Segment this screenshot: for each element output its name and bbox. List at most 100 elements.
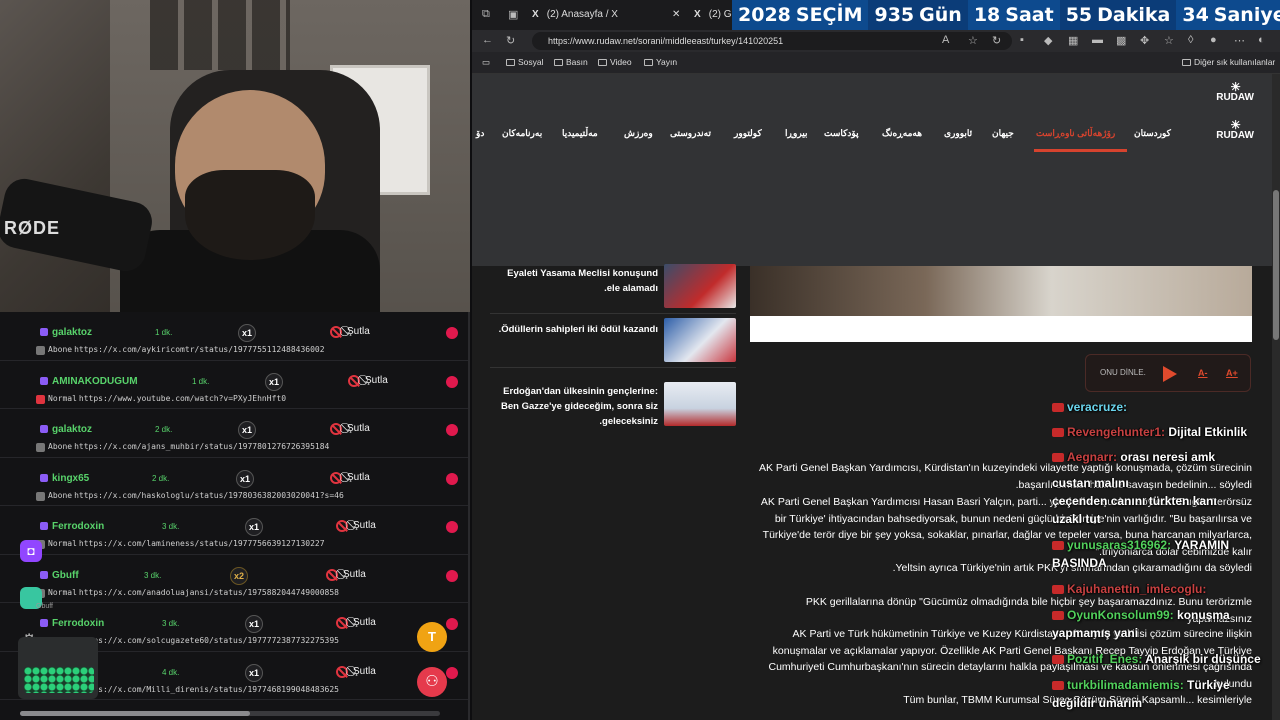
font-decrease-button[interactable]: A- — [1198, 368, 1208, 378]
request-username[interactable]: galaktoz — [52, 424, 92, 435]
request-link[interactable]: Abone https://x.com/haskologlu/status/197… — [48, 491, 344, 500]
request-link[interactable]: Normal https://www.youtube.com/watch?v=PX… — [48, 394, 286, 403]
copilot-icon[interactable]: ◐ — [1258, 34, 1265, 46]
request-link[interactable]: Abone https://x.com/aykiricomtr/status/19… — [48, 345, 325, 354]
skip-icon[interactable] — [326, 568, 338, 581]
request-username[interactable]: Gbuff — [52, 570, 79, 581]
extension-icon[interactable]: ◆ — [1044, 34, 1052, 47]
read-aloud-icon[interactable]: A — [942, 34, 949, 46]
bookmark-other-favorites[interactable]: Diğer sık kullanılanlar — [1182, 57, 1275, 67]
nav-culture[interactable]: کولتوور — [734, 128, 762, 139]
page-scrollbar[interactable] — [1272, 74, 1280, 720]
remove-dot-icon[interactable] — [446, 618, 458, 630]
nav-sport[interactable]: وەرزش — [624, 128, 653, 139]
remove-dot-icon[interactable] — [446, 327, 458, 339]
menu-dots-icon[interactable]: ⋯ — [1234, 34, 1245, 47]
skip-button[interactable]: Şutla — [365, 375, 388, 386]
extension-icon[interactable]: ▦ — [1068, 34, 1078, 47]
bookmark-video[interactable]: Video — [598, 57, 632, 67]
rudaw-logo[interactable]: ☀ RUDAW — [1216, 80, 1254, 103]
request-link[interactable]: Abone https://x.com/ajans_muhbir/status/1… — [48, 442, 329, 451]
skip-button[interactable]: Şutla — [347, 423, 370, 434]
request-username[interactable]: galaktoz — [52, 327, 92, 338]
tab-x-home[interactable]: X (2) Anasayfa / X ✕ — [532, 4, 682, 26]
remove-dot-icon[interactable] — [446, 569, 458, 582]
remove-dot-icon[interactable] — [446, 472, 458, 485]
skip-button[interactable]: Şutla — [353, 520, 376, 531]
page-scroll-thumb[interactable] — [1273, 190, 1279, 340]
skip-icon[interactable] — [348, 374, 360, 387]
request-link[interactable]: Normal https://x.com/anadoluajansi/status… — [48, 588, 339, 597]
request-link[interactable]: Normal https://x.com/lamineness/status/19… — [48, 539, 325, 548]
play-icon[interactable] — [1163, 366, 1177, 382]
back-icon[interactable]: ← — [482, 34, 493, 46]
side-news-item[interactable]: Eyaleti Yasama Meclisi konuşund ele alam… — [490, 260, 736, 314]
add-user-button[interactable]: ⚇ — [417, 667, 447, 697]
skip-button[interactable]: Şutla — [347, 326, 370, 337]
request-username[interactable]: AMINAKODUGUM — [52, 376, 138, 387]
link-request-item[interactable]: galaktoz 2 dk. x1 Şutla Abonehttps://x.com/a… — [0, 409, 468, 458]
extension-icon[interactable]: ▩ — [1116, 34, 1126, 47]
nav-more[interactable]: دۆ — [476, 128, 484, 139]
extension-icon[interactable]: ▬ — [1092, 34, 1103, 46]
skip-button[interactable]: Şutla — [343, 569, 366, 580]
remove-dot-icon[interactable] — [446, 424, 458, 436]
bookmark-yayin[interactable]: Yayın — [644, 57, 677, 67]
skip-icon[interactable] — [330, 423, 342, 435]
font-increase-button[interactable]: A+ — [1226, 368, 1238, 378]
sub-badge-icon — [1052, 541, 1064, 551]
skip-button[interactable]: Şutla — [347, 472, 370, 483]
link-request-item[interactable]: kingx652 dk.x1ŞutlaAbonehttps://x.com/ha… — [0, 458, 468, 506]
close-icon[interactable]: ✕ — [672, 4, 680, 26]
nav-multimedia[interactable]: مەڵتیمیدیا — [562, 128, 598, 139]
chat-scroll-thumb[interactable] — [20, 711, 250, 716]
refresh-small-icon[interactable]: ↻ — [992, 34, 1001, 47]
bookmark-basin[interactable]: Basın — [554, 57, 588, 67]
side-news-item[interactable]: Ödüllerin sahipleri iki ödül kazandı. — [490, 314, 736, 368]
avatar[interactable]: ● — [1210, 34, 1217, 46]
shield-icon[interactable]: ◊ — [1188, 34, 1193, 46]
link-request-item[interactable]: AMINAKODUGUM 1 dk. x1 Şutla Normalhttps://ww… — [0, 361, 468, 409]
address-bar[interactable]: https://www.rudaw.net/sorani/middleeast/… — [532, 32, 1012, 50]
favorite-star-icon[interactable]: ☆ — [968, 34, 978, 47]
twitch-icon[interactable]: ◘ — [20, 540, 42, 562]
tab-actions-icon[interactable]: ▣ — [508, 8, 518, 21]
nav-health[interactable]: تەندروستی — [670, 128, 711, 139]
extensions-puzzle-icon[interactable]: ✥ — [1140, 34, 1149, 47]
nav-economy[interactable]: ئابووری — [944, 128, 972, 139]
link-request-item[interactable]: galaktoz 1 dk. x1 Şutla Abonehttps://x.com/a… — [0, 312, 468, 361]
nav-misc[interactable]: هەمەڕەنگ — [882, 128, 922, 139]
request-username[interactable]: kingx65 — [52, 473, 89, 484]
remove-dot-icon[interactable] — [446, 375, 458, 388]
nav-middle-east[interactable]: رۆژهەڵاتی ناوەڕاست — [1036, 128, 1115, 139]
request-username[interactable]: Ferrodoxin — [52, 618, 104, 629]
nav-opinion[interactable]: بیروڕا — [785, 128, 808, 139]
refresh-icon[interactable]: ↻ — [506, 34, 515, 47]
skip-button[interactable]: Şutla — [353, 617, 376, 628]
skip-icon[interactable] — [330, 326, 342, 338]
rudaw-logo-nav[interactable]: ☀ RUDAW — [1216, 118, 1254, 141]
link-request-item[interactable]: Gbuff 3 dk. x2 Şutla Normalhttps://x.com/ana… — [0, 555, 468, 603]
skip-button[interactable]: Şutla — [353, 666, 376, 677]
side-news-item[interactable]: Erdoğan'dan ülkesinin gençlerine: Ben Ga… — [490, 378, 736, 442]
t-button[interactable]: T — [417, 622, 447, 652]
remove-dot-icon[interactable] — [446, 666, 458, 679]
bookmark-sosyal[interactable]: Sosyal — [506, 57, 544, 67]
remove-dot-icon[interactable] — [446, 521, 458, 533]
nav-podcast[interactable]: پۆدکاست — [824, 128, 859, 139]
bookmark-reading-icon[interactable]: ▭ — [482, 57, 490, 68]
favorites-icon[interactable]: ☆ — [1164, 34, 1174, 47]
nav-kurdistan[interactable]: کوردستان — [1134, 128, 1171, 139]
skip-icon[interactable] — [336, 617, 348, 629]
link-request-item[interactable]: Ferrodoxin 3 dk. x1 Şutla Normalhttps://x.co… — [0, 506, 468, 555]
skip-icon[interactable] — [336, 520, 348, 532]
request-username[interactable]: Ferrodoxin — [52, 521, 104, 532]
side-news-text: Eyaleti Yasama Meclisi konuşund ele alam… — [507, 268, 658, 294]
skip-icon[interactable] — [330, 471, 342, 484]
nav-programs[interactable]: بەرنامەکان — [502, 128, 542, 139]
workspaces-icon[interactable]: ⧉ — [482, 8, 490, 21]
nav-world[interactable]: جیهان — [992, 128, 1014, 139]
skip-icon[interactable] — [336, 665, 348, 678]
tab-x-second[interactable]: X (2) Gö — [694, 4, 734, 26]
extension-icon[interactable]: ▪ — [1020, 34, 1024, 46]
